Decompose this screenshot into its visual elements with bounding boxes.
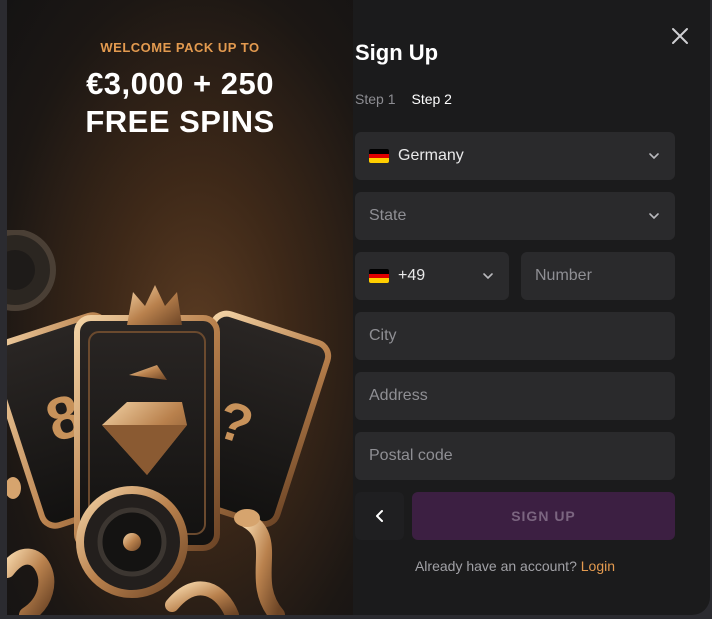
city-placeholder: City xyxy=(369,327,397,344)
login-link[interactable]: Login xyxy=(581,558,615,574)
step-1[interactable]: Step 1 xyxy=(355,91,395,107)
form-title: Sign Up xyxy=(355,40,439,65)
germany-flag-icon xyxy=(369,269,389,283)
country-select[interactable]: Germany xyxy=(355,132,675,180)
promo-headline-amount: €3,000 + 250 xyxy=(86,66,274,101)
signup-modal: WELCOME PACK UP TO €3,000 + 250 FREE SPI… xyxy=(7,0,710,615)
city-input[interactable]: City xyxy=(355,312,675,360)
step-indicator: Step 1 Step 2 xyxy=(355,91,452,107)
phone-number-input[interactable]: Number xyxy=(521,252,675,300)
chevron-down-icon xyxy=(649,153,659,160)
chevron-down-icon xyxy=(649,213,659,220)
state-placeholder: State xyxy=(369,207,407,224)
sign-up-button[interactable]: SIGN UP xyxy=(412,492,675,540)
promo-kicker: WELCOME PACK UP TO xyxy=(100,40,260,55)
address-placeholder: Address xyxy=(369,387,428,404)
phone-number-placeholder: Number xyxy=(535,267,592,284)
promo-illustration: 8 ? xyxy=(7,230,332,615)
chevron-down-icon xyxy=(483,273,493,280)
chevron-left-icon xyxy=(375,510,383,522)
login-prompt: Already have an account? Login xyxy=(355,558,675,574)
promo-panel: WELCOME PACK UP TO €3,000 + 250 FREE SPI… xyxy=(7,0,353,615)
germany-flag-icon xyxy=(369,149,389,163)
promo-headline-spins: FREE SPINS xyxy=(85,104,275,139)
signup-form: Sign Up Step 1 Step 2 Germany State +49 … xyxy=(355,0,710,615)
login-prompt-text: Already have an account? xyxy=(414,558,577,574)
postal-code-input[interactable]: Postal code xyxy=(355,432,675,480)
back-button[interactable] xyxy=(355,492,404,540)
phone-code-select[interactable]: +49 xyxy=(355,252,509,300)
country-value: Germany xyxy=(398,147,464,164)
address-input[interactable]: Address xyxy=(355,372,675,420)
state-select[interactable]: State xyxy=(355,192,675,240)
postal-code-placeholder: Postal code xyxy=(369,447,453,464)
phone-code-value: +49 xyxy=(398,267,426,284)
step-2: Step 2 xyxy=(411,91,452,107)
